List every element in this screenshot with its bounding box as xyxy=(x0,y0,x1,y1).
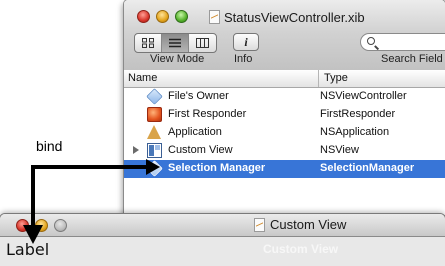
arrow-head-icon xyxy=(146,159,160,175)
binding-arrow-overlay xyxy=(23,159,160,244)
binding-connector-line xyxy=(31,165,152,229)
arrow-head-icon xyxy=(23,225,43,244)
